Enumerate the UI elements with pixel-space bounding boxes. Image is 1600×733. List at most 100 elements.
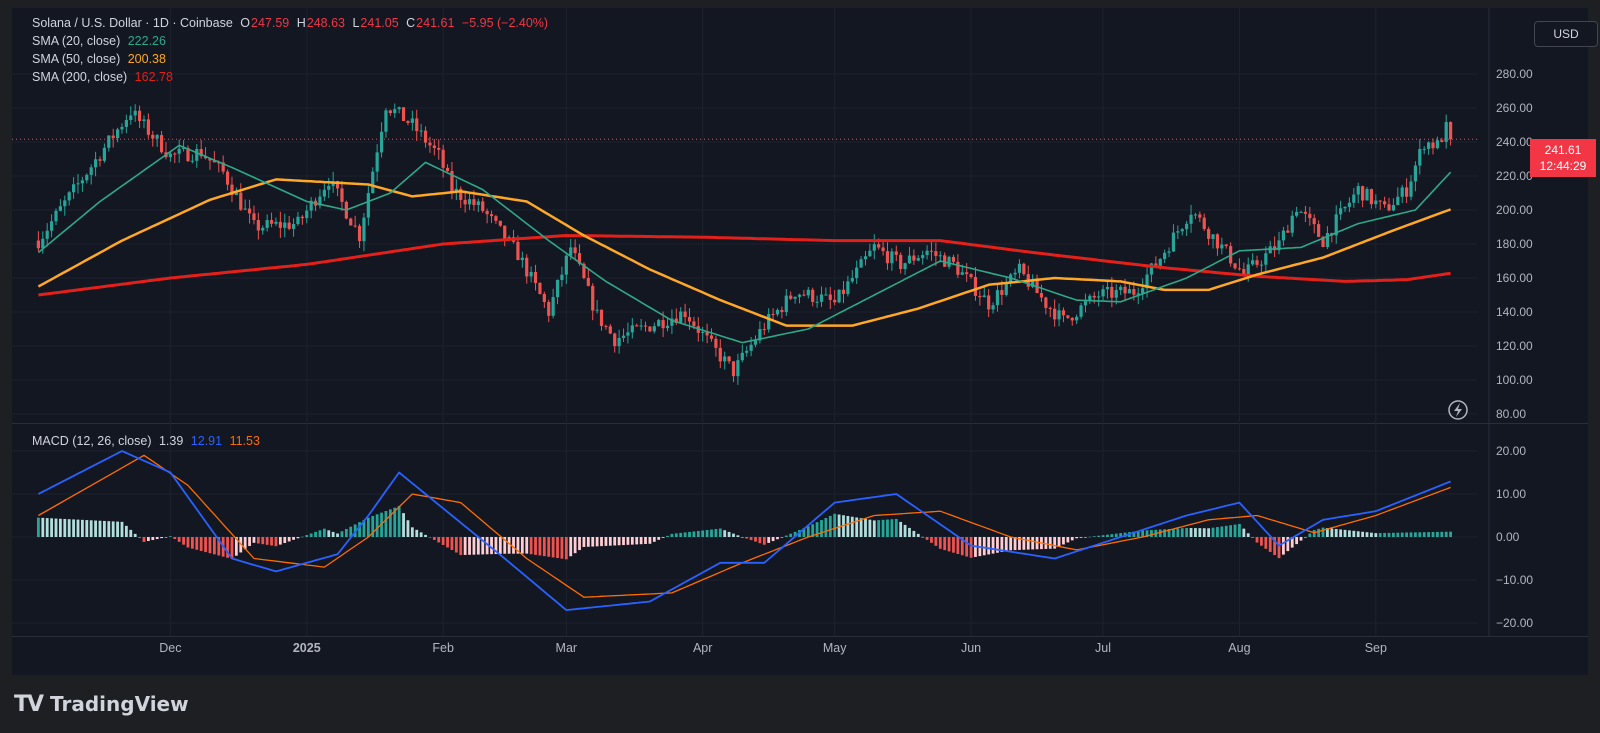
macd-histogram-bar bbox=[314, 531, 317, 537]
sma20-legend[interactable]: SMA (20, close) 222.26 bbox=[32, 34, 170, 48]
candle-body bbox=[679, 311, 683, 323]
macd-histogram-bar bbox=[903, 524, 907, 537]
chart-frame: 280.00 260.00 240.00 220.00 200.00 180.00 160.… bbox=[12, 8, 1598, 675]
macd-histogram-bar bbox=[397, 506, 401, 537]
sma50-legend[interactable]: SMA (50, close) 200.38 bbox=[32, 52, 170, 66]
tradingview-branding[interactable]: TV TradingView bbox=[14, 684, 189, 724]
candle-body bbox=[1198, 214, 1202, 218]
macd-histogram-bar bbox=[344, 528, 348, 537]
candle-body bbox=[142, 119, 146, 121]
macd-legend[interactable]: MACD (12, 26, close) 1.39 12.91 11.53 bbox=[32, 434, 264, 448]
candle-body bbox=[960, 272, 964, 275]
macd-histogram-bar bbox=[525, 537, 529, 554]
candle-body bbox=[93, 159, 98, 168]
candle-body bbox=[1383, 201, 1387, 205]
candle-body bbox=[58, 206, 62, 211]
macd-histogram-bar bbox=[1321, 527, 1325, 537]
macd-histogram-bar bbox=[1361, 531, 1365, 537]
macd-histogram-bar bbox=[1101, 535, 1105, 537]
macd-histogram-bar bbox=[94, 520, 97, 537]
sma200-legend[interactable]: SMA (200, close) 162.78 bbox=[32, 70, 177, 84]
candle-body bbox=[718, 347, 722, 362]
macd-histogram-bar bbox=[1009, 537, 1013, 551]
macd-histogram-bar bbox=[622, 537, 625, 546]
open-value: 247.59 bbox=[251, 16, 290, 30]
last-price-value: 241.61 bbox=[1544, 143, 1582, 157]
macd-histogram-bar bbox=[292, 537, 295, 540]
macd-histogram-bar bbox=[701, 530, 705, 537]
candle-body bbox=[1303, 211, 1308, 214]
macd-axis-label: −10.00 bbox=[1496, 573, 1533, 587]
candle-body bbox=[687, 317, 692, 322]
candle-body bbox=[991, 305, 995, 310]
macd-histogram-bar bbox=[714, 529, 718, 537]
macd-histogram-bar bbox=[1062, 537, 1065, 545]
candle-body bbox=[1083, 301, 1088, 306]
macd-histogram-bar bbox=[1409, 532, 1413, 537]
macd-histogram-bar bbox=[600, 537, 603, 547]
macd-histogram-bar bbox=[908, 527, 911, 537]
macd-histogram-bar bbox=[837, 514, 841, 537]
macd-histogram-bar bbox=[450, 537, 454, 551]
macd-histogram-bar bbox=[415, 529, 419, 537]
candle-body bbox=[353, 225, 357, 227]
candle-body bbox=[1119, 286, 1123, 291]
high-label: H bbox=[296, 16, 306, 30]
candle-body bbox=[1237, 268, 1242, 270]
candle-body bbox=[890, 251, 894, 264]
macd-histogram-bar bbox=[1004, 537, 1008, 552]
candle-body bbox=[1374, 200, 1378, 205]
macd-histogram-bar bbox=[1141, 530, 1145, 537]
macd-histogram-bar bbox=[956, 537, 960, 554]
macd-histogram-bar bbox=[560, 537, 564, 559]
candle-body bbox=[1057, 310, 1061, 320]
macd-histogram-bar bbox=[1330, 528, 1334, 537]
macd-histogram-bar bbox=[938, 537, 942, 549]
candle-body bbox=[846, 281, 850, 294]
macd-histogram-bar bbox=[1400, 532, 1404, 537]
candle-body bbox=[639, 325, 643, 327]
candle-body bbox=[1092, 295, 1096, 298]
macd-histogram-bar bbox=[318, 530, 322, 537]
candle-body bbox=[1312, 218, 1316, 225]
candle-body bbox=[723, 356, 727, 362]
currency-button[interactable]: USD bbox=[1534, 21, 1598, 47]
macd-histogram-bar bbox=[1106, 534, 1109, 537]
macd-histogram-bar bbox=[1110, 534, 1114, 537]
macd-histogram-bar bbox=[1277, 537, 1281, 559]
macd-histogram-bar bbox=[85, 520, 89, 537]
macd-histogram-bar bbox=[406, 520, 410, 537]
candle-body bbox=[736, 360, 740, 377]
candle-body bbox=[1352, 194, 1356, 203]
time-axis-label: Mar bbox=[556, 641, 578, 655]
macd-histogram-bar bbox=[1189, 528, 1193, 537]
macd-histogram-bar bbox=[1044, 537, 1048, 549]
macd-histogram-bar bbox=[1295, 537, 1299, 545]
macd-histogram-bar bbox=[912, 530, 916, 537]
chart-svg[interactable]: 280.00 260.00 240.00 220.00 200.00 180.00 160.… bbox=[12, 8, 1588, 675]
candle-body bbox=[771, 314, 775, 316]
candle-body bbox=[956, 261, 960, 275]
candle-body bbox=[1295, 211, 1299, 216]
candle-body bbox=[1004, 283, 1008, 295]
candle-body bbox=[80, 180, 84, 184]
macd-histogram-bar bbox=[934, 537, 938, 546]
macd-histogram-bar bbox=[1427, 532, 1431, 537]
macd-histogram-bar bbox=[767, 537, 771, 543]
macd-histogram-bar bbox=[582, 537, 586, 547]
candle-body bbox=[168, 153, 172, 158]
candle-body bbox=[1189, 214, 1193, 224]
candle-body bbox=[841, 289, 846, 294]
macd-histogram-bar bbox=[296, 537, 300, 539]
symbol-title: Solana / U.S. Dollar · 1D · Coinbase bbox=[32, 16, 233, 30]
candle-body bbox=[793, 296, 797, 299]
macd-histogram-bar bbox=[872, 520, 876, 537]
macd-histogram-bar bbox=[155, 537, 159, 540]
candle-body bbox=[36, 240, 40, 249]
candle-body bbox=[569, 247, 573, 256]
candle-body bbox=[692, 321, 696, 327]
macd-histogram-bar bbox=[248, 537, 251, 547]
candle-body bbox=[1356, 186, 1360, 195]
candle-body bbox=[1185, 223, 1189, 230]
candle-body bbox=[973, 277, 978, 296]
